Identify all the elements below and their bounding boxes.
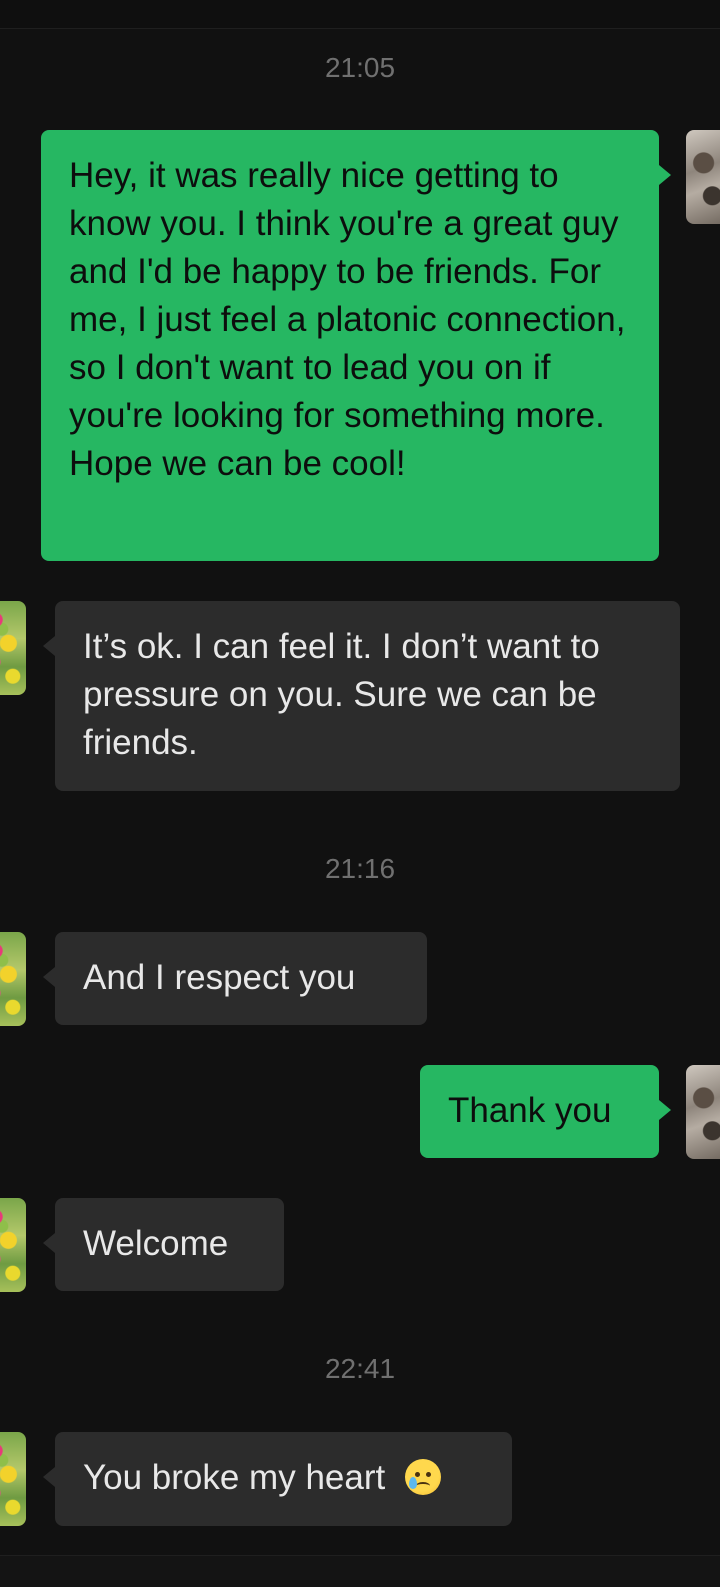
timestamp: 21:16 xyxy=(324,853,396,884)
message-text: It’s ok. I can feel it. I don’t want to … xyxy=(83,627,600,762)
message-text: And I respect you xyxy=(83,958,356,997)
incoming-message-bubble[interactable]: You broke my heart xyxy=(55,1432,512,1526)
bubble-tail xyxy=(43,1467,55,1487)
contact-avatar[interactable] xyxy=(0,932,26,1026)
my-avatar[interactable] xyxy=(686,130,720,224)
incoming-message-bubble[interactable]: Welcome xyxy=(55,1198,284,1291)
outgoing-message-bubble[interactable]: Thank you xyxy=(420,1065,659,1158)
contact-avatar[interactable] xyxy=(0,1198,26,1292)
bubble-tail xyxy=(659,1100,671,1120)
bubble-tail xyxy=(659,165,671,185)
my-avatar[interactable] xyxy=(686,1065,720,1159)
message-text: Welcome xyxy=(83,1224,229,1263)
incoming-message-bubble[interactable]: And I respect you xyxy=(55,932,427,1025)
message-text: Hey, it was really nice getting to know … xyxy=(69,156,626,483)
contact-avatar[interactable] xyxy=(0,601,26,695)
input-bar-edge xyxy=(0,1555,720,1587)
bubble-tail xyxy=(43,1233,55,1253)
message-text: Thank you xyxy=(448,1091,612,1130)
outgoing-message-bubble[interactable]: Hey, it was really nice getting to know … xyxy=(41,130,659,561)
timestamp: 21:05 xyxy=(324,52,396,83)
bubble-tail xyxy=(43,636,55,656)
incoming-message-bubble[interactable]: It’s ok. I can feel it. I don’t want to … xyxy=(55,601,680,791)
contact-avatar[interactable] xyxy=(0,1432,26,1526)
bubble-tail xyxy=(43,967,55,987)
message-text: You broke my heart xyxy=(83,1458,386,1497)
crying-face-icon xyxy=(404,1459,441,1495)
header-edge xyxy=(0,0,720,29)
timestamp: 22:41 xyxy=(324,1353,396,1384)
